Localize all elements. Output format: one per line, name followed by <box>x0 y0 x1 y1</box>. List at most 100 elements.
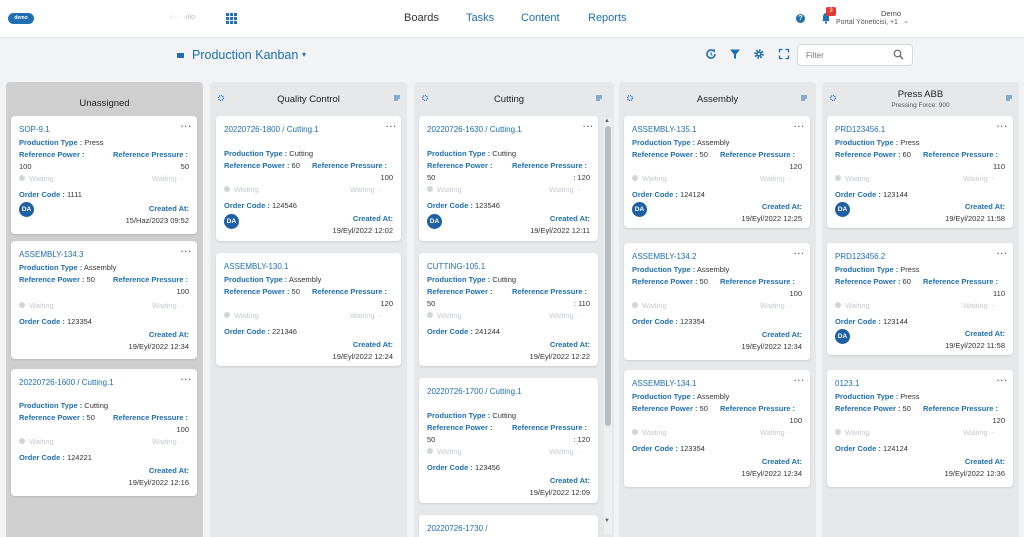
app-logo[interactable]: demo <box>8 13 34 24</box>
created-at-label: Created At: <box>549 214 590 223</box>
reference-pressure-label: Reference Pressure : <box>113 413 189 422</box>
task-card[interactable]: PRD123456.2 ··· Production Type : Press … <box>827 243 1013 355</box>
task-card[interactable]: 20220726-1730 / <box>419 515 598 537</box>
card-menu-icon[interactable]: ··· <box>997 249 1008 258</box>
task-card[interactable]: ASSEMBLY-134.3 ··· Production Type : Ass… <box>11 241 197 359</box>
reference-pressure-label: Reference Pressure : <box>512 423 588 432</box>
scroll-down-icon[interactable]: ▼ <box>604 518 610 524</box>
column-menu-icon[interactable] <box>393 94 401 102</box>
card-menu-icon[interactable]: ··· <box>181 375 192 384</box>
card-title[interactable]: 0123.1 <box>835 378 975 390</box>
order-code: Order Code : 124546 <box>224 201 297 210</box>
nav-content[interactable]: Content <box>521 12 560 24</box>
column-menu-icon[interactable] <box>800 94 808 102</box>
card-title[interactable]: 20220726-1630 / Cutting.1 <box>427 124 567 136</box>
reference-pressure-value: 110 <box>993 289 1005 298</box>
reference-pressure-value: 50 <box>180 162 189 171</box>
card-menu-icon[interactable]: ··· <box>794 122 805 131</box>
card-title[interactable]: 20220726-1600 / Cutting.1 <box>19 377 159 389</box>
nav-reports[interactable]: Reports <box>588 12 627 24</box>
card-menu-icon[interactable]: ··· <box>997 122 1008 131</box>
task-card[interactable]: PRD123456.1 ··· Production Type : Press … <box>827 116 1013 228</box>
chevron-down-icon[interactable]: ⌄ <box>903 17 909 25</box>
created-at-value: 19/Eyl/2022 12:34 <box>741 342 802 351</box>
back-link[interactable]: ‹ ··· ·ıılo <box>170 14 195 21</box>
avatar[interactable]: DA <box>835 202 850 217</box>
reference-pressure-label: Reference Pressure : <box>923 277 999 286</box>
card-title[interactable]: ASSEMBLY-130.1 <box>224 261 364 273</box>
card-title[interactable]: 20220726-1700 / Cutting.1 <box>427 386 567 398</box>
task-card[interactable]: 20220726-1600 / Cutting.1 ··· Production… <box>11 369 197 496</box>
card-menu-icon[interactable]: ··· <box>583 122 594 131</box>
user-name[interactable]: Demo <box>850 9 932 18</box>
avatar[interactable]: DA <box>632 202 647 217</box>
card-title[interactable]: SOP-9.1 <box>19 124 159 136</box>
card-menu-icon[interactable]: ··· <box>386 122 397 131</box>
card-title[interactable]: 20220726-1730 / <box>427 523 567 535</box>
created-at-value: 19/Eyl/2022 12:11 <box>530 226 590 235</box>
card-title[interactable]: CUTTING-105.1 <box>427 261 567 273</box>
created-at-label: Created At: <box>549 476 590 485</box>
card-title[interactable]: PRD123456.1 <box>835 124 975 136</box>
column-title: Assembly <box>696 94 739 105</box>
task-card[interactable]: ASSEMBLY-134.2 ··· Production Type : Ass… <box>624 243 810 360</box>
card-menu-icon[interactable]: ··· <box>997 376 1008 385</box>
status-waiting-secondary: Waiting - <box>152 301 184 310</box>
task-card[interactable]: 20220726-1700 / Cutting.1 Production Typ… <box>419 378 598 503</box>
task-card[interactable]: ASSEMBLY-134.1 ··· Production Type : Ass… <box>624 370 810 487</box>
user-role[interactable]: Portal Yöneticisi, +1 <box>836 19 898 26</box>
status-waiting: Waiting <box>632 174 667 183</box>
task-card[interactable]: ASSEMBLY-130.1 Production Type : Assembl… <box>216 253 401 366</box>
card-menu-icon[interactable]: ··· <box>794 376 805 385</box>
search-icon[interactable] <box>893 49 904 60</box>
board-title[interactable]: Production Kanban <box>192 48 298 62</box>
card-menu-icon[interactable]: ··· <box>181 247 192 256</box>
status-waiting: Waiting <box>427 447 462 456</box>
created-at-label: Created At: <box>964 329 1005 338</box>
cutting-scroll-thumb[interactable] <box>605 126 611 426</box>
card-title[interactable]: ASSEMBLY-135.1 <box>632 124 772 136</box>
gear-icon[interactable] <box>753 48 765 60</box>
chevron-down-icon[interactable]: ▾ <box>302 50 306 59</box>
avatar[interactable]: DA <box>224 214 239 229</box>
task-card[interactable]: 20220726-1800 / Cutting.1 ··· Production… <box>216 116 401 241</box>
card-title[interactable]: PRD123456.2 <box>835 251 975 263</box>
task-card[interactable]: 0123.1 ··· Production Type : Press Refer… <box>827 370 1013 487</box>
task-card[interactable]: CUTTING-105.1 Production Type : Cutting … <box>419 253 598 366</box>
created-at-value: 19/Eyl/2022 12:16 <box>128 478 189 487</box>
task-card[interactable]: 20220726-1630 / Cutting.1 ··· Production… <box>419 116 598 241</box>
created-at-label: Created At: <box>352 214 393 223</box>
card-menu-icon[interactable]: ··· <box>794 249 805 258</box>
task-card[interactable]: ASSEMBLY-135.1 ··· Production Type : Ass… <box>624 116 810 228</box>
apps-grid-icon[interactable] <box>226 13 237 24</box>
avatar[interactable]: DA <box>835 329 850 344</box>
reference-power: Reference Power : 50 <box>632 150 708 159</box>
order-code: Order Code : 123546 <box>427 201 500 210</box>
card-title[interactable]: ASSEMBLY-134.3 <box>19 249 159 261</box>
column-menu-icon[interactable] <box>1005 94 1013 102</box>
scroll-up-icon[interactable]: ▲ <box>604 118 610 124</box>
filter-icon[interactable] <box>729 48 741 60</box>
help-icon[interactable]: ? <box>796 14 805 23</box>
card-title[interactable]: ASSEMBLY-134.2 <box>632 251 772 263</box>
nav-tasks[interactable]: Tasks <box>466 12 494 24</box>
avatar[interactable]: DA <box>427 214 442 229</box>
card-title[interactable]: ASSEMBLY-134.1 <box>632 378 772 390</box>
production-type: Production Type : Cutting <box>427 411 517 420</box>
production-type: Production Type : Cutting <box>224 149 314 158</box>
created-at-value: 19/Eyl/2022 12:22 <box>529 352 590 361</box>
status-waiting-secondary: Waiting - <box>760 301 792 310</box>
card-title[interactable]: 20220726-1800 / Cutting.1 <box>224 124 364 136</box>
order-code: Order Code : 123354 <box>19 317 92 326</box>
fullscreen-icon[interactable] <box>778 48 790 60</box>
reference-pressure-label: Reference Pressure : <box>512 161 588 170</box>
reference-power: Reference Power : 50 <box>632 404 708 413</box>
task-card[interactable]: SOP-9.1 ··· Production Type : Press Refe… <box>11 116 197 234</box>
order-code: Order Code : 241244 <box>427 327 500 336</box>
column-menu-icon[interactable] <box>595 94 603 102</box>
refresh-icon[interactable] <box>705 48 717 60</box>
nav-boards[interactable]: Boards <box>404 12 439 24</box>
created-at-label: Created At: <box>148 204 189 213</box>
avatar[interactable]: DA <box>19 202 34 217</box>
card-menu-icon[interactable]: ··· <box>181 122 192 131</box>
